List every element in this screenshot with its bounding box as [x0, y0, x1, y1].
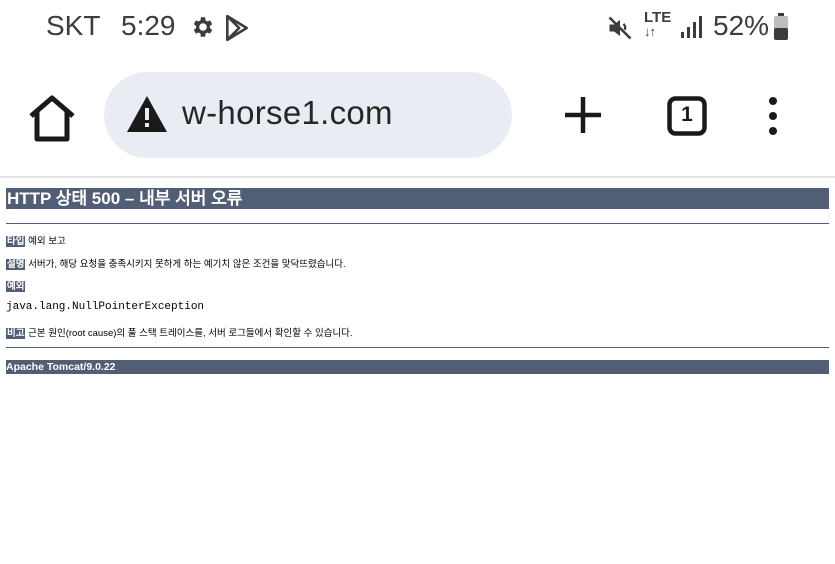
error-title: HTTP 상태 500 – 내부 서버 오류 [6, 188, 829, 209]
divider [6, 347, 829, 348]
address-bar[interactable]: w-horse1.com [104, 72, 512, 158]
carrier-label: SKT [46, 10, 101, 41]
note-label: 비고 [6, 328, 26, 339]
play-store-icon [226, 14, 248, 42]
url-text[interactable]: w-horse1.com [182, 94, 393, 132]
page-content: HTTP 상태 500 – 내부 서버 오류 타입 예외 보고 설명 서버가, … [6, 188, 829, 374]
browser-toolbar: w-horse1.com 1 [0, 56, 835, 176]
battery-level: 52% [713, 10, 770, 41]
signal-icon [681, 16, 702, 38]
more-menu-icon[interactable] [761, 96, 785, 136]
type-label: 타입 [6, 236, 26, 247]
network-type: LTE ↓↑ [644, 9, 672, 39]
type-value: 예외 보고 [28, 236, 66, 247]
exception-label: 예외 [6, 281, 26, 292]
status-bar: SKT 5:29 LTE ↓↑ 52% [0, 0, 835, 56]
description-value: 서버가, 해당 요청을 충족시키지 못하게 하는 예기치 않은 조건을 맞닥뜨렸… [28, 259, 346, 270]
type-row: 타입 예외 보고 [6, 233, 66, 247]
new-tab-icon[interactable] [562, 94, 604, 136]
tab-count: 1 [681, 103, 693, 126]
battery-icon [774, 13, 788, 40]
exception-label-row: 예외 [6, 278, 26, 292]
note-value: 근본 원인(root cause)의 풀 스택 트레이스를, 서버 로그들에서 … [28, 328, 353, 339]
warning-icon[interactable] [126, 95, 168, 133]
toolbar-divider [0, 176, 835, 178]
settings-icon [193, 17, 213, 37]
description-row: 설명 서버가, 해당 요청을 충족시키지 못하게 하는 예기치 않은 조건을 맞… [6, 256, 346, 270]
note-row: 비고 근본 원인(root cause)의 풀 스택 트레이스를, 서버 로그들… [6, 325, 353, 339]
clock: 5:29 [121, 10, 176, 41]
description-label: 설명 [6, 259, 26, 270]
tab-switcher-button[interactable]: 1 [667, 96, 707, 136]
divider [6, 223, 829, 224]
server-footer: Apache Tomcat/9.0.22 [6, 360, 829, 374]
home-icon[interactable] [26, 92, 78, 144]
exception-value: java.lang.NullPointerException [6, 301, 205, 313]
mute-icon [608, 16, 632, 40]
